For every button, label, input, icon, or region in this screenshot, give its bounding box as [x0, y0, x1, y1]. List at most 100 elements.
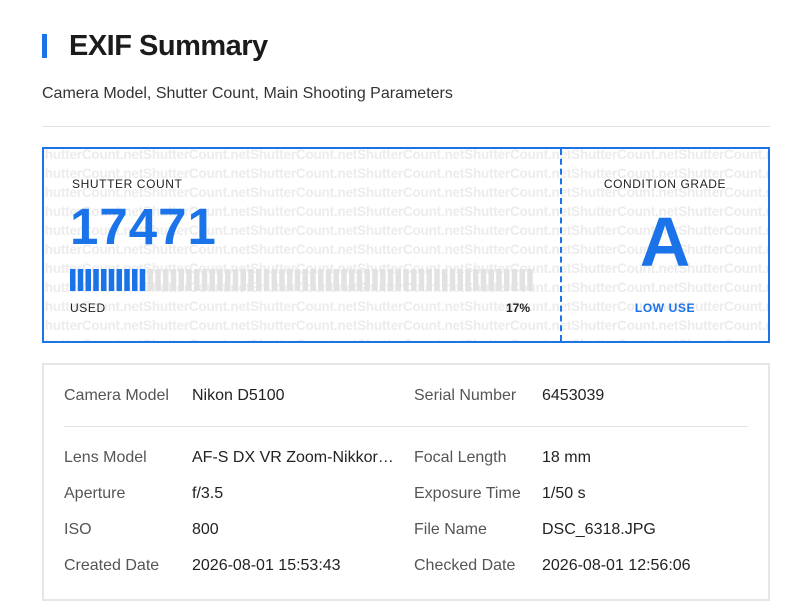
meter-segment-filled: [108, 269, 115, 291]
meter-segment-empty: [178, 269, 184, 291]
details-row: Created Date 2026-08-01 15:53:43 Checked…: [64, 557, 748, 581]
shutter-count-panel: SHUTTER COUNT 17471 USED 17%: [44, 149, 560, 341]
detail-label: Focal Length: [414, 449, 507, 466]
meter-segment-empty: [201, 269, 208, 291]
detail-label: Aperture: [64, 485, 126, 502]
lens-model-value: AF-S DX VR Zoom-Nikkor 18-55mm f/3.5-5.6…: [192, 449, 398, 466]
title-accent-bar: [42, 34, 47, 58]
meter-segment-empty: [442, 269, 448, 291]
meter-segment-filled: [85, 269, 91, 291]
meter-segment-empty: [155, 269, 161, 291]
meter-segment-empty: [372, 269, 378, 291]
meter-segment-empty: [325, 269, 332, 291]
condition-grade-desc: LOW USE: [634, 301, 696, 315]
meter-segment-empty: [287, 269, 293, 291]
meter-segment-empty: [364, 269, 370, 291]
details-row: Aperture f/3.5 Exposure Time 1/50 s: [64, 485, 748, 509]
meter-segment-empty: [504, 269, 510, 291]
meter-segment-empty: [256, 269, 262, 291]
meter-segment-empty: [194, 269, 200, 291]
meter-segment-empty: [302, 269, 308, 291]
details-row: Lens Model AF-S DX VR Zoom-Nikkor 18-55m…: [64, 449, 748, 473]
meter-segment-empty: [349, 269, 355, 291]
meter-segment-filled: [101, 269, 107, 291]
exposure-time-value: 1/50 s: [542, 485, 586, 502]
meter-segment-empty: [426, 269, 432, 291]
meter-segment-empty: [465, 269, 471, 291]
used-percent: 17%: [506, 301, 531, 315]
detail-label: Lens Model: [64, 449, 147, 466]
meter-segment-empty: [488, 269, 494, 291]
aperture-value: f/3.5: [192, 485, 224, 502]
meter-segment-empty: [496, 269, 502, 291]
meter-segment-empty: [473, 269, 479, 291]
meter-segment-empty: [457, 269, 463, 291]
usage-meter: [70, 269, 533, 291]
meter-segment-empty: [147, 269, 153, 291]
meter-segment-filled: [116, 269, 122, 291]
meter-segment-empty: [403, 269, 409, 291]
serial-number-label: Serial Number: [414, 387, 517, 404]
detail-label: Exposure Time: [414, 485, 521, 502]
meter-segment-empty: [271, 269, 277, 291]
condition-grade-label: CONDITION GRADE: [603, 177, 727, 191]
detail-label: File Name: [414, 521, 487, 538]
meter-segment-filled: [70, 269, 76, 291]
meter-segment-filled: [77, 269, 84, 291]
camera-model-value: Nikon D5100: [192, 387, 285, 404]
meter-segment-empty: [527, 269, 533, 291]
meter-segment-empty: [217, 269, 223, 291]
meter-segment-empty: [263, 269, 270, 291]
meter-segment-filled: [93, 269, 99, 291]
meter-segment-empty: [163, 269, 169, 291]
meter-segment-empty: [310, 269, 316, 291]
meter-segment-empty: [418, 269, 425, 291]
page-subtitle: Camera Model, Shutter Count, Main Shooti…: [42, 85, 453, 102]
used-label: USED: [70, 301, 106, 315]
checked-date-value: 2026-08-01 12:56:06: [542, 557, 691, 574]
meter-segment-empty: [279, 269, 285, 291]
focal-length-value: 18 mm: [542, 449, 591, 466]
meter-segment-filled: [124, 269, 130, 291]
header-divider: [42, 126, 770, 127]
shutter-count-label: SHUTTER COUNT: [72, 177, 183, 191]
meter-segment-empty: [380, 269, 386, 291]
page-header: EXIF Summary: [42, 26, 268, 66]
details-divider: [64, 426, 748, 427]
meter-segment-empty: [511, 269, 518, 291]
meter-segment-empty: [341, 269, 347, 291]
page-title: EXIF Summary: [69, 29, 268, 62]
condition-grade-value: A: [639, 203, 691, 281]
serial-number-value: 6453039: [542, 387, 605, 404]
meter-segment-filled: [132, 269, 138, 291]
meter-segment-empty: [387, 269, 394, 291]
details-row: ISO 800 File Name DSC_6318.JPG: [64, 521, 748, 545]
meter-segment-filled: [139, 269, 146, 291]
meter-segment-empty: [209, 269, 215, 291]
detail-label: Created Date: [64, 557, 160, 574]
meter-segment-empty: [240, 269, 246, 291]
meter-segment-empty: [434, 269, 440, 291]
shutter-summary-card: ShutterCount.netShutterCount.netShutterC…: [42, 147, 770, 343]
meter-segment-empty: [170, 269, 177, 291]
meter-segment-empty: [356, 269, 363, 291]
detail-label: Checked Date: [414, 557, 516, 574]
detail-label: ISO: [64, 521, 92, 538]
meter-segment-empty: [333, 269, 339, 291]
meter-segment-empty: [232, 269, 239, 291]
shutter-count-value: 17471: [70, 198, 217, 255]
meter-segment-empty: [294, 269, 301, 291]
meter-segment-empty: [411, 269, 417, 291]
details-row-camera: Camera Model Nikon D5100 Serial Number 6…: [64, 387, 748, 411]
meter-segment-empty: [248, 269, 254, 291]
meter-segment-empty: [519, 269, 525, 291]
iso-value: 800: [192, 521, 219, 538]
exif-details-panel: Camera Model Nikon D5100 Serial Number 6…: [42, 363, 770, 601]
meter-segment-empty: [186, 269, 192, 291]
condition-panel: CONDITION GRADE A LOW USE: [562, 149, 768, 341]
camera-model-label: Camera Model: [64, 387, 169, 404]
meter-segment-empty: [449, 269, 456, 291]
created-date-value: 2026-08-01 15:53:43: [192, 557, 341, 574]
meter-segment-empty: [395, 269, 401, 291]
meter-segment-empty: [225, 269, 231, 291]
